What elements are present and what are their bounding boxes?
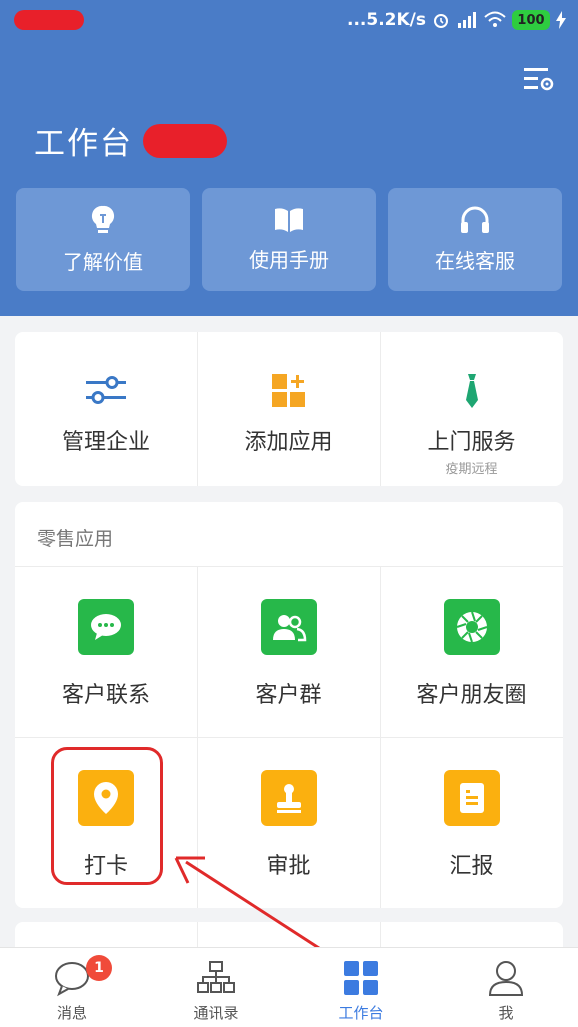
quick-action-value[interactable]: 了解价值 — [16, 188, 190, 291]
quick-action-label: 了解价值 — [63, 250, 143, 274]
divider — [15, 566, 563, 567]
redaction-mark — [14, 10, 84, 30]
sliders-icon — [86, 376, 126, 404]
app-label: 客户朋友圈 — [416, 683, 527, 708]
page-title: 工作台 · — [34, 126, 157, 162]
tab-label: 我 — [498, 1004, 514, 1022]
app-customer-moments[interactable]: 客户朋友圈 — [380, 599, 563, 709]
app-label: 审批 — [266, 854, 311, 879]
battery-indicator: 100 — [512, 10, 550, 30]
quick-action-label: 在线客服 — [435, 249, 515, 273]
unread-badge: 1 — [86, 955, 112, 981]
signal-icon — [458, 12, 476, 28]
book-icon — [275, 208, 303, 232]
app-label: 添加应用 — [244, 430, 333, 455]
quick-action-label: 使用手册 — [249, 248, 329, 272]
tab-label: 工作台 — [338, 1004, 384, 1022]
org-chart-icon — [196, 958, 236, 998]
top-apps-panel: 管理企业 添加应用 上门服务 疫期远程 — [15, 332, 563, 486]
app-label: 上门服务 — [427, 430, 516, 455]
app-customer-contact[interactable]: 客户联系 — [15, 599, 197, 709]
charging-icon — [556, 11, 566, 29]
stamp-icon — [260, 770, 317, 826]
redaction-mark — [143, 124, 227, 158]
quick-action-manual[interactable]: 使用手册 — [202, 188, 376, 291]
app-label: 客户群 — [255, 683, 322, 708]
app-label: 客户联系 — [61, 683, 150, 708]
alarm-icon — [434, 14, 448, 28]
status-bar: ...5.2K/s 100 — [0, 0, 578, 40]
group-icon — [260, 599, 317, 655]
headphones-icon — [461, 206, 489, 233]
workspace-settings-button[interactable] — [522, 64, 556, 96]
section-title: 零售应用 — [37, 528, 114, 550]
app-sublabel: 疫期远程 — [445, 462, 498, 477]
tab-me[interactable]: 我 — [434, 948, 578, 1027]
camera-shutter-icon — [443, 599, 500, 655]
app-customer-group[interactable]: 客户群 — [197, 599, 380, 709]
tab-workspace[interactable]: 工作台 — [289, 948, 433, 1027]
status-indicators: ...5.2K/s 100 — [347, 8, 566, 32]
app-approval[interactable]: 审批 — [197, 770, 380, 880]
chat-bubble-icon — [78, 599, 134, 655]
document-icon — [443, 770, 500, 826]
grid-icon — [341, 958, 381, 998]
tab-label: 消息 — [56, 1004, 87, 1022]
quick-action-support[interactable]: 在线客服 — [388, 188, 562, 291]
app-onsite-service[interactable]: 上门服务 疫期远程 — [380, 374, 563, 477]
app-manage-enterprise[interactable]: 管理企业 — [15, 374, 197, 456]
app-report[interactable]: 汇报 — [380, 770, 563, 880]
tab-messages[interactable]: 消息 — [0, 948, 144, 1027]
bottom-tab-bar: 消息 通讯录 工作台 我 — [0, 947, 578, 1027]
add-apps-icon — [271, 374, 305, 407]
lightbulb-icon — [91, 205, 115, 233]
network-speed: ...5.2K/s — [347, 10, 426, 30]
app-add-application[interactable]: 添加应用 — [197, 374, 380, 456]
workspace-header: ...5.2K/s 100 工作台 · 了解价值 使用手册 在线客服 — [0, 0, 578, 316]
app-label: 管理企业 — [61, 430, 150, 455]
app-label: 汇报 — [449, 854, 494, 879]
tab-contacts[interactable]: 通讯录 — [144, 948, 288, 1027]
tab-label: 通讯录 — [193, 1004, 239, 1022]
necktie-icon — [465, 374, 478, 408]
wifi-icon — [484, 11, 506, 27]
annotation-highlight-check-in — [51, 747, 163, 885]
person-icon — [486, 958, 526, 998]
divider — [15, 737, 563, 738]
settings-list-icon — [524, 68, 554, 91]
